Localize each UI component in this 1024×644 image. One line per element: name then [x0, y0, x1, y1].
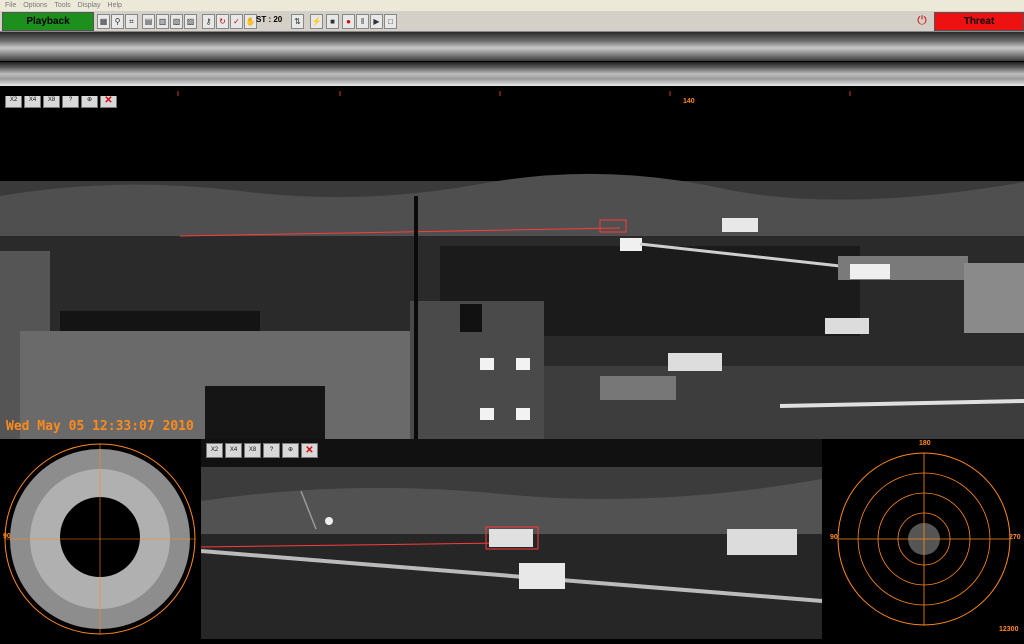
layout-1-icon[interactable]: ▤: [142, 14, 155, 29]
grid-icon[interactable]: ▦: [97, 14, 110, 29]
polar-view[interactable]: 90: [0, 439, 200, 639]
frame-icon[interactable]: □: [384, 14, 397, 29]
bearing-label: 140: [683, 98, 695, 105]
play-icon[interactable]: ▶: [370, 14, 383, 29]
radar-left-label: 90: [830, 534, 838, 541]
settings-icon[interactable]: ✓: [230, 14, 243, 29]
menu-help[interactable]: Help: [108, 0, 122, 11]
zoom-x2-button[interactable]: X2: [5, 96, 22, 108]
main-zoom-toolbar: X2 X4 X8 ? ⊕ ✕: [5, 96, 117, 108]
timestamp: Wed May 05 12:33:07 2010: [6, 419, 194, 434]
sub-zoom-x4-button[interactable]: X4: [225, 443, 242, 458]
stop-icon[interactable]: ■: [326, 14, 339, 29]
sub-zoom-x8-button[interactable]: X8: [244, 443, 261, 458]
polar-scene: [4, 443, 196, 635]
radar-range-label: 12300: [999, 626, 1019, 633]
keyhole-icon[interactable]: ⚷: [202, 14, 215, 29]
menu-bar: File Options Tools Display Help: [0, 0, 1024, 11]
sub-close-icon[interactable]: ✕: [301, 443, 318, 458]
pause-icon[interactable]: ‖: [356, 14, 369, 29]
layout-4-icon[interactable]: ▨: [184, 14, 197, 29]
sub-help-button[interactable]: ?: [263, 443, 280, 458]
threat-button[interactable]: Threat: [934, 12, 1024, 31]
layout-2-icon[interactable]: ▥: [156, 14, 169, 29]
zoom-icon[interactable]: ⚲: [111, 14, 124, 29]
refresh-icon[interactable]: ↻: [216, 14, 229, 29]
radar-top-label: 180: [919, 440, 931, 447]
power-icon[interactable]: ⏻: [915, 13, 929, 28]
panorama-strip-lower[interactable]: [0, 62, 1024, 86]
polar-angle-label: 90: [3, 533, 11, 540]
zoom-x4-button[interactable]: X4: [24, 96, 41, 108]
menu-tools[interactable]: Tools: [54, 0, 70, 11]
sub-zoom-x2-button[interactable]: X2: [206, 443, 223, 458]
layout-3-icon[interactable]: ▧: [170, 14, 183, 29]
playback-button[interactable]: Playback: [2, 12, 94, 31]
target-icon[interactable]: ⊕: [81, 96, 98, 108]
main-camera-view[interactable]: X2 X4 X8 ? ⊕ ✕ 140 Wed May 05 12:33:07 2…: [0, 96, 1024, 439]
close-icon[interactable]: ✕: [100, 96, 117, 108]
menu-file[interactable]: File: [5, 0, 16, 11]
sub-target-icon[interactable]: ⊕: [282, 443, 299, 458]
lightning-icon[interactable]: ⚡: [310, 14, 323, 29]
main-scene: [0, 96, 1024, 439]
menu-display[interactable]: Display: [78, 0, 101, 11]
radar-right-label: 270: [1009, 534, 1021, 541]
sort-icon[interactable]: ⇅: [291, 14, 304, 29]
status-readout: ST : 20: [256, 15, 283, 24]
help-button[interactable]: ?: [62, 96, 79, 108]
radar-scope: [837, 452, 1011, 626]
radar-view[interactable]: 180 90 270 12300: [823, 439, 1024, 639]
panorama-strip-upper[interactable]: [0, 32, 1024, 61]
menu-options[interactable]: Options: [23, 0, 47, 11]
zoom-x8-button[interactable]: X8: [43, 96, 60, 108]
secondary-zoom-toolbar: X2 X4 X8 ? ⊕ ✕: [206, 443, 318, 458]
secondary-camera-view[interactable]: X2 X4 X8 ? ⊕ ✕: [201, 439, 822, 639]
record-icon[interactable]: ●: [342, 14, 355, 29]
crop-icon[interactable]: ⌗: [125, 14, 138, 29]
toolbar: Playback ▦ ⚲ ⌗ ▤ ▥ ▧ ▨ ⚷ ↻ ✓ ✋ ST : 20 ⇅…: [0, 11, 1024, 32]
secondary-scene: [201, 439, 822, 639]
